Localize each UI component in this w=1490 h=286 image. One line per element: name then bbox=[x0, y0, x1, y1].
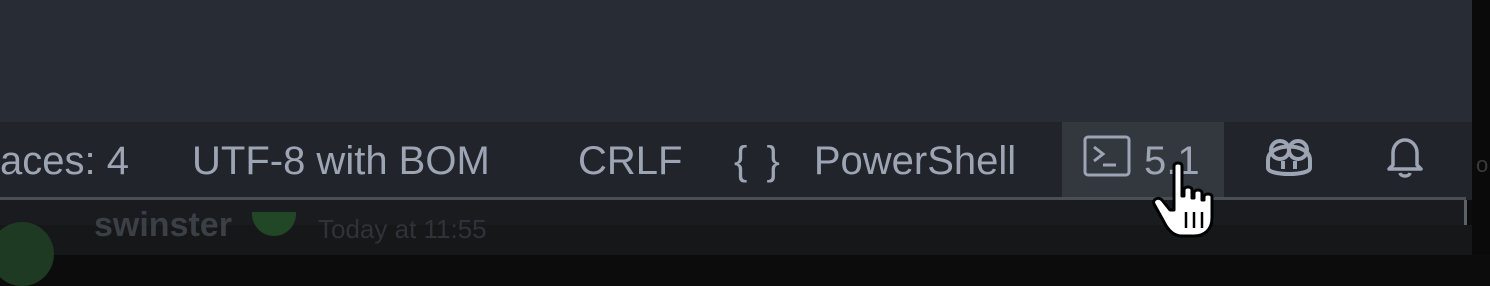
braces-icon: { } bbox=[734, 138, 784, 183]
terminal-icon bbox=[1082, 133, 1132, 189]
language-label: PowerShell bbox=[813, 138, 1017, 183]
hand-pointer-cursor-icon bbox=[1148, 160, 1220, 240]
status-bar-divider bbox=[0, 197, 1466, 200]
indentation-status[interactable]: aces: 4 bbox=[0, 122, 129, 200]
status-bar: aces: 4 UTF-8 with BOM CRLF { } PowerShe… bbox=[0, 122, 1472, 200]
encoding-status[interactable]: UTF-8 with BOM bbox=[192, 122, 490, 200]
encoding-label: UTF-8 with BOM bbox=[192, 138, 490, 183]
end-of-line-status[interactable]: CRLF bbox=[578, 122, 682, 200]
hidden-indicator: o bbox=[1476, 152, 1489, 177]
window-edge bbox=[1472, 0, 1490, 255]
bell-icon bbox=[1380, 131, 1430, 191]
copilot-status[interactable] bbox=[1260, 122, 1318, 200]
indentation-label: aces: 4 bbox=[0, 138, 129, 183]
panel-edge bbox=[1464, 200, 1467, 225]
notifications-status[interactable] bbox=[1380, 122, 1430, 200]
copilot-icon bbox=[1260, 132, 1318, 190]
language-mode-status[interactable]: { } PowerShell bbox=[734, 122, 1016, 200]
editor-area bbox=[0, 0, 1472, 122]
eol-label: CRLF bbox=[578, 138, 683, 183]
chat-username: swinster bbox=[94, 206, 232, 244]
chat-timestamp: Today at 11:55 bbox=[318, 214, 487, 244]
